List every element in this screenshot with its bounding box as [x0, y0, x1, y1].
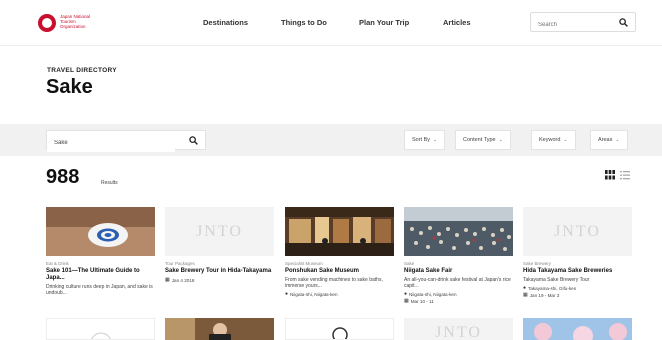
- card-location: ● Takayama-shi, Gifu-ken: [523, 285, 632, 291]
- nav-things-to-do[interactable]: Things to Do: [281, 18, 327, 27]
- keyword-dropdown[interactable]: Keyword ⌄: [531, 130, 576, 150]
- cherry-blossom-image: [523, 318, 632, 340]
- jnto-placeholder-logo: JNTO: [196, 222, 243, 240]
- logo-circle-image: [332, 327, 348, 339]
- card-category: Eat & Drink: [46, 261, 69, 266]
- result-card-row2-4[interactable]: JNTO: [404, 318, 513, 340]
- card-category: Specialist Museum: [285, 261, 323, 266]
- nav-articles[interactable]: Articles: [443, 18, 471, 27]
- card-location-text: Niigata-shi, Niigata-ken: [290, 291, 338, 297]
- card-description: From sake vending machines to sake baths…: [285, 277, 383, 289]
- sort-by-label: Sort By: [412, 137, 431, 143]
- card-date: ▦ Jan 19 - Mar 3: [523, 292, 632, 298]
- card-date: ▦ Jan 4 2018: [165, 277, 274, 283]
- result-card-row2-1[interactable]: [46, 318, 155, 340]
- result-card-brewery-tour[interactable]: JNTO Tour Packages Sake Brewery Tour in …: [165, 207, 274, 283]
- card-thumbnail: JNTO: [523, 207, 632, 256]
- logo-text: Japan National Tourism Organization: [60, 14, 91, 29]
- card-category: Tour Packages: [165, 261, 195, 266]
- results-count: 988: [46, 166, 80, 188]
- map-pin-icon: ●: [285, 291, 289, 297]
- card-description: Takayama Sake Brewery Tour: [523, 277, 590, 283]
- result-card-sake-101[interactable]: Eat & Drink Sake 101—The Ultimate Guide …: [46, 207, 155, 296]
- result-card-row2-5[interactable]: [523, 318, 632, 340]
- chevron-down-icon: ⌄: [498, 137, 503, 143]
- areas-label: Areas: [598, 137, 613, 143]
- result-card-niigata-fair[interactable]: Sake Niigata Sake Fair An all-you-can-dr…: [404, 207, 513, 304]
- chevron-down-icon: ⌄: [615, 137, 620, 143]
- sake-cup-image: [46, 207, 155, 256]
- card-date: ▦ Mar 10 - 11: [404, 298, 513, 304]
- card-thumbnail: JNTO: [165, 207, 274, 256]
- result-card-row2-3[interactable]: [285, 318, 394, 340]
- page-eyebrow: TRAVEL DIRECTORY: [47, 67, 117, 74]
- card-title[interactable]: Hida Takayama Sake Breweries: [523, 268, 632, 275]
- chevron-down-icon: ⌄: [563, 137, 568, 143]
- card-location: ● Niigata-shi, Niigata-ken: [404, 291, 513, 297]
- card-thumbnail: [285, 207, 394, 256]
- header-search: [530, 12, 636, 34]
- card-title[interactable]: Sake Brewery Tour in Hida-Takayama: [165, 268, 274, 275]
- logo-mark-icon: [38, 14, 56, 32]
- keyword-label: Keyword: [539, 137, 561, 143]
- content-type-dropdown[interactable]: Content Type ⌄: [455, 130, 511, 150]
- card-location-text: Niigata-shi, Niigata-ken: [409, 291, 457, 297]
- nav-plan-your-trip[interactable]: Plan Your Trip: [359, 18, 409, 27]
- card-category: Sake: [404, 261, 415, 266]
- festival-crowd-image: [404, 207, 513, 256]
- results-label: Results: [101, 180, 118, 186]
- areas-dropdown[interactable]: Areas ⌄: [590, 130, 628, 150]
- chevron-down-icon: ⌄: [433, 137, 438, 143]
- calendar-icon: ▦: [404, 298, 409, 304]
- map-pin-icon: ●: [404, 291, 408, 297]
- card-date-text: Jan 4 2018: [171, 277, 195, 283]
- card-location-text: Takayama-shi, Gifu-ken: [528, 285, 577, 291]
- jnto-placeholder-logo: JNTO: [435, 324, 482, 340]
- directory-search: [46, 130, 206, 152]
- brewery-logo-image: [91, 332, 111, 339]
- jnto-logo[interactable]: Japan National Tourism Organization: [38, 10, 100, 36]
- card-title[interactable]: Sake 101—The Ultimate Guide to Japa...: [46, 268, 155, 282]
- museum-interior-image: [285, 207, 394, 256]
- card-description: Drinking culture runs deep in Japan, and…: [46, 284, 153, 296]
- card-date-text: Jan 19 - Mar 3: [529, 292, 560, 298]
- content-type-label: Content Type: [463, 137, 496, 143]
- jnto-placeholder-logo: JNTO: [554, 222, 601, 240]
- result-card-hida-breweries[interactable]: JNTO Sake Brewery Hida Takayama Sake Bre…: [523, 207, 632, 298]
- result-card-row2-2[interactable]: [165, 318, 274, 340]
- calendar-icon: ▦: [165, 277, 170, 283]
- card-title[interactable]: Niigata Sake Fair: [404, 268, 513, 275]
- top-navigation-bar: Japan National Tourism Organization Dest…: [0, 0, 662, 46]
- person-photo-image: [165, 318, 274, 340]
- card-date-text: Mar 10 - 11: [410, 298, 434, 304]
- grid-view-icon[interactable]: [605, 170, 615, 180]
- nav-destinations[interactable]: Destinations: [203, 18, 248, 27]
- list-view-icon[interactable]: [620, 170, 630, 180]
- filter-bar: Sort By ⌄ Content Type ⌄ Keyword ⌄ Areas…: [0, 124, 662, 156]
- card-description: An all-you-can-drink sake festival at Ja…: [404, 277, 511, 289]
- result-card-ponshukan[interactable]: Specialist Museum Ponshukan Sake Museum …: [285, 207, 394, 297]
- page-title: Sake: [46, 76, 93, 98]
- card-title[interactable]: Ponshukan Sake Museum: [285, 268, 394, 275]
- search-icon[interactable]: [189, 136, 198, 145]
- card-thumbnail: [404, 207, 513, 256]
- map-pin-icon: ●: [523, 285, 527, 291]
- sort-by-dropdown[interactable]: Sort By ⌄: [404, 130, 446, 150]
- card-location: ● Niigata-shi, Niigata-ken: [285, 291, 394, 297]
- header-search-input[interactable]: [531, 16, 611, 34]
- card-category: Sake Brewery: [523, 261, 552, 266]
- calendar-icon: ▦: [523, 292, 528, 298]
- search-icon[interactable]: [619, 18, 628, 27]
- card-thumbnail: [46, 207, 155, 256]
- directory-search-input[interactable]: [47, 134, 175, 152]
